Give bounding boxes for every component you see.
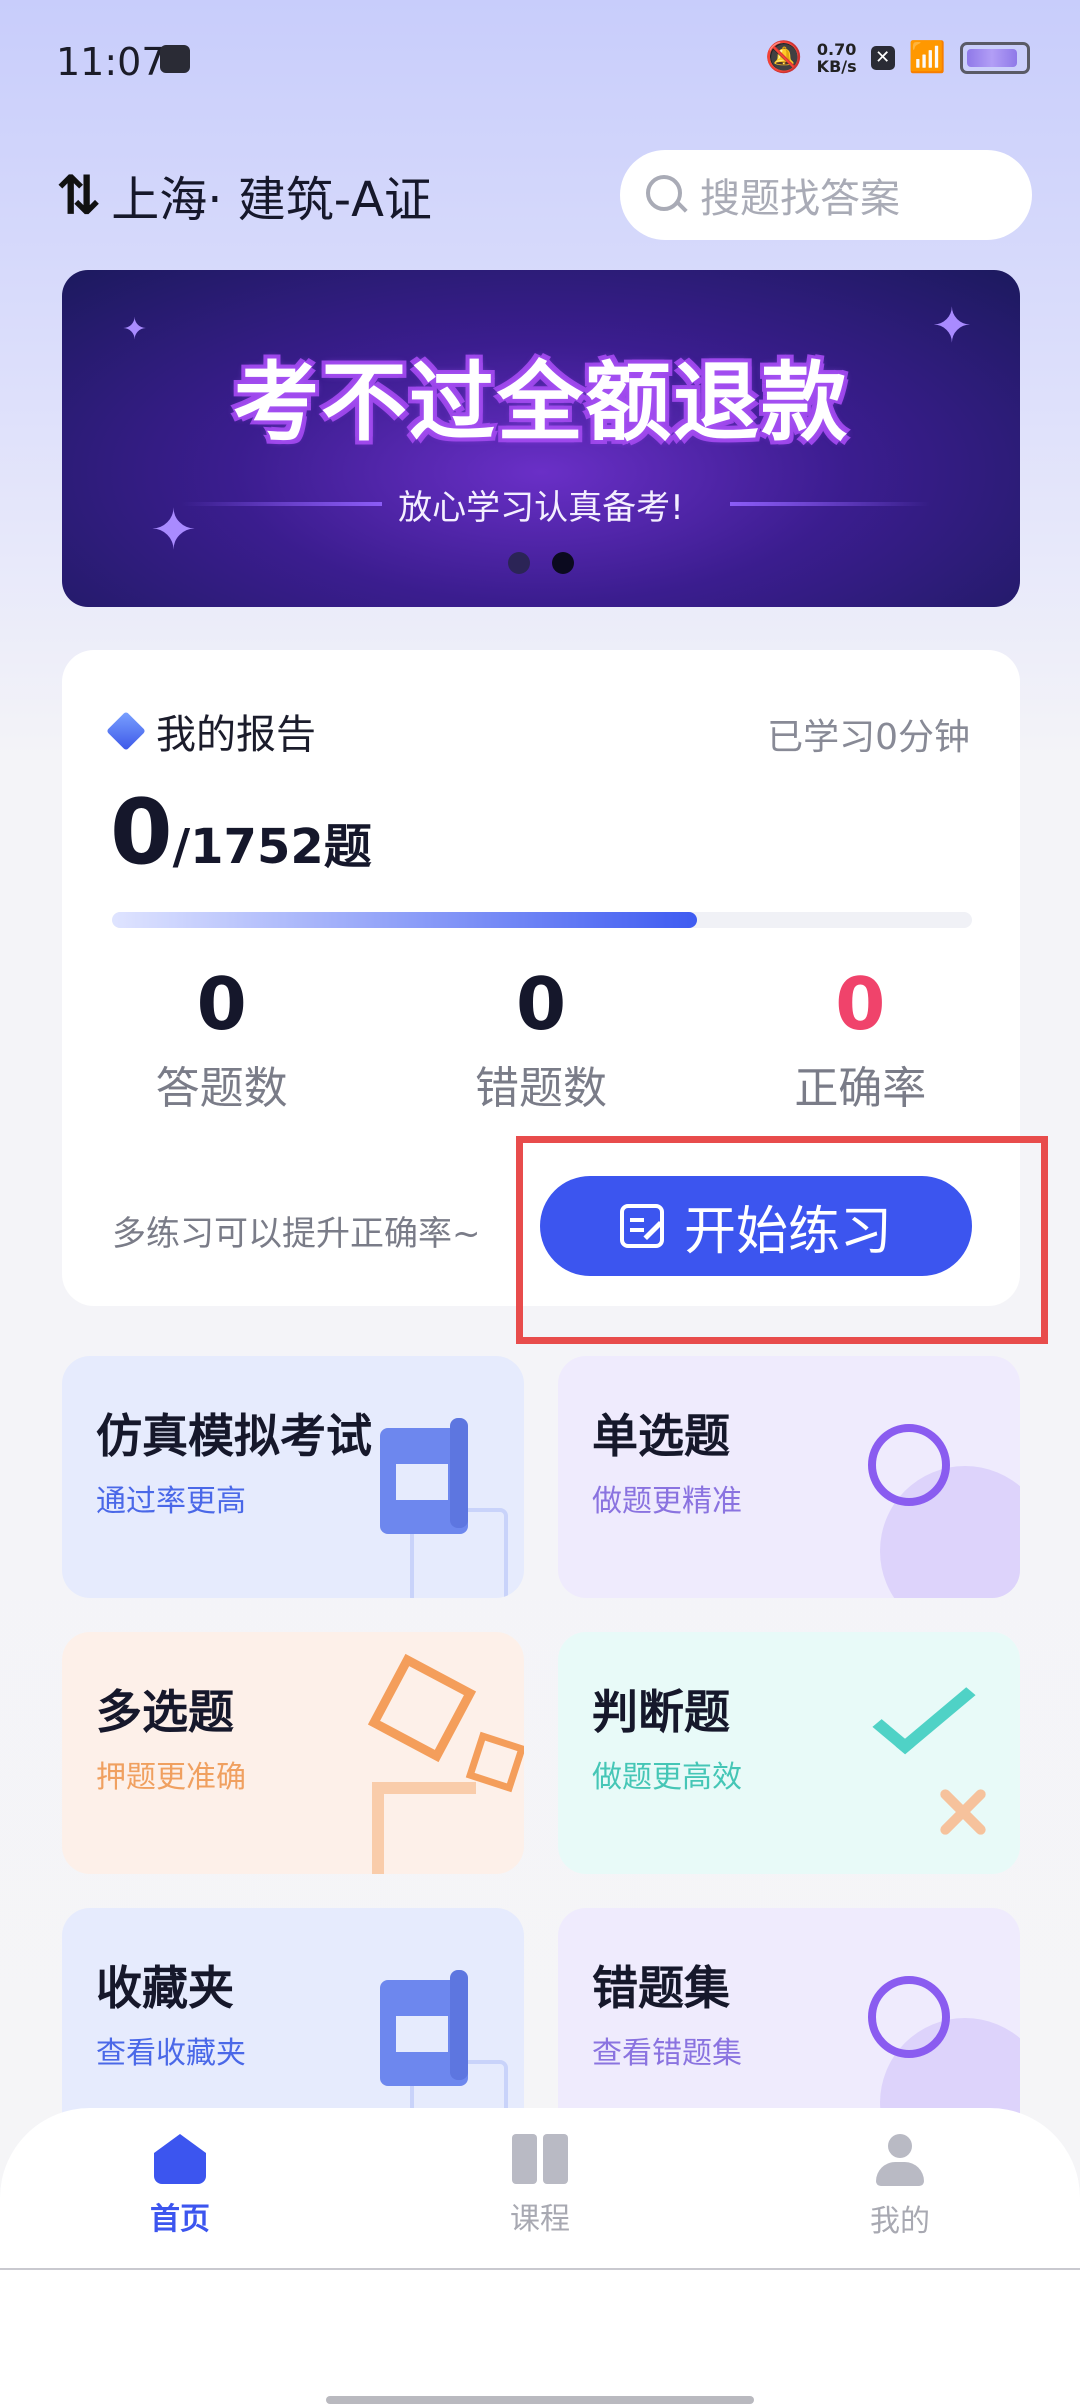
bottom-safe-area bbox=[0, 2270, 1080, 2408]
tile-title: 仿真模拟考试 bbox=[96, 1409, 372, 1463]
stat-value: 0 bbox=[196, 962, 247, 1046]
progress-fill bbox=[112, 912, 697, 928]
network-speed-unit: KB/s bbox=[816, 56, 857, 76]
message-notification-icon bbox=[160, 45, 190, 73]
check-icon bbox=[872, 1667, 976, 1755]
user-icon bbox=[874, 2134, 926, 2186]
status-time: 11:07 bbox=[56, 40, 166, 84]
promo-banner[interactable]: ✦ ✦ ✦ 考不过全额退款 放心学习认真备考! bbox=[62, 270, 1020, 607]
done-count: 0 bbox=[110, 780, 173, 885]
question-progress-count: 0/1752题 bbox=[110, 780, 372, 885]
status-bar: 11:07 🔕 0.70 KB/s ✕ 📶 bbox=[0, 0, 1080, 130]
carousel-dot-active[interactable] bbox=[552, 552, 574, 574]
tile-subtitle: 查看错题集 bbox=[592, 2036, 742, 2071]
cross-icon bbox=[932, 1782, 992, 1842]
home-indicator[interactable] bbox=[326, 2396, 754, 2404]
bottom-nav: 首页 课程 我的 bbox=[0, 2108, 1080, 2270]
nav-label: 课程 bbox=[510, 2202, 570, 2237]
no-sim-icon: ✕ bbox=[870, 45, 895, 70]
document-icon bbox=[380, 1970, 508, 2150]
total-count: /1752题 bbox=[172, 819, 372, 875]
nav-profile[interactable]: 我的 bbox=[720, 2108, 1080, 2268]
report-title: 我的报告 bbox=[106, 702, 316, 760]
squares-icon bbox=[367, 1653, 477, 1763]
report-title-label: 我的报告 bbox=[156, 712, 316, 758]
tile-true-false[interactable]: 判断题 做题更高效 bbox=[558, 1632, 1020, 1874]
location-label: 上海· 建筑-A证 bbox=[111, 172, 432, 228]
nav-courses[interactable]: 课程 bbox=[360, 2108, 720, 2268]
banner-subtitle: 放心学习认真备考! bbox=[398, 488, 684, 528]
nav-label: 首页 bbox=[150, 2202, 210, 2237]
tile-title: 多选题 bbox=[96, 1685, 234, 1739]
tile-title: 单选题 bbox=[592, 1409, 730, 1463]
banner-headline: 考不过全额退款 bbox=[233, 353, 849, 453]
circle-icon bbox=[868, 1424, 950, 1506]
home-icon bbox=[154, 2134, 206, 2184]
decor-line bbox=[372, 1782, 476, 1874]
nav-home[interactable]: 首页 bbox=[0, 2108, 360, 2268]
circle-icon bbox=[868, 1976, 950, 2058]
search-icon bbox=[646, 175, 686, 215]
carousel-dot[interactable] bbox=[508, 552, 530, 574]
stat-wrong: 0 错题数 bbox=[381, 962, 700, 1116]
book-icon bbox=[512, 2134, 568, 2184]
search-placeholder: 搜题找答案 bbox=[700, 176, 900, 222]
network-speed-value: 0.70 bbox=[816, 39, 857, 59]
tile-title: 错题集 bbox=[592, 1961, 730, 2015]
tile-mock-exam[interactable]: 仿真模拟考试 通过率更高 bbox=[62, 1356, 524, 1598]
stat-value: 0 bbox=[835, 962, 886, 1046]
status-icons: 🔕 0.70 KB/s ✕ 📶 bbox=[765, 40, 1030, 75]
stat-label: 错题数 bbox=[474, 1063, 607, 1114]
progress-bar bbox=[112, 912, 972, 928]
network-speed: 0.70 KB/s bbox=[817, 41, 857, 75]
stat-label: 答题数 bbox=[155, 1063, 288, 1114]
swap-icon: ⇅ bbox=[56, 163, 101, 227]
stat-label: 正确率 bbox=[794, 1063, 927, 1114]
header: ⇅ 上海· 建筑-A证 搜题找答案 bbox=[56, 150, 1032, 240]
battery-icon bbox=[960, 41, 1030, 74]
practice-tip: 多练习可以提升正确率~ bbox=[112, 1214, 481, 1254]
document-icon bbox=[380, 1418, 508, 1598]
tile-title: 收藏夹 bbox=[96, 1961, 234, 2015]
tile-subtitle: 查看收藏夹 bbox=[96, 2036, 246, 2071]
tile-subtitle: 做题更高效 bbox=[592, 1760, 742, 1795]
search-input[interactable]: 搜题找答案 bbox=[620, 150, 1032, 240]
tile-subtitle: 通过率更高 bbox=[96, 1484, 246, 1519]
studied-time: 已学习0分钟 bbox=[767, 717, 970, 758]
tile-subtitle: 做题更精准 bbox=[592, 1484, 742, 1519]
stat-answered: 0 答题数 bbox=[62, 962, 381, 1116]
diamond-icon bbox=[106, 711, 146, 751]
tile-subtitle: 押题更准确 bbox=[96, 1760, 246, 1795]
mute-icon: 🔕 bbox=[765, 40, 803, 75]
stat-value: 0 bbox=[515, 962, 567, 1046]
highlight-box bbox=[516, 1136, 1048, 1344]
carousel-indicator bbox=[62, 552, 1020, 574]
wifi-icon: 📶 bbox=[908, 40, 946, 75]
location-selector[interactable]: ⇅ 上海· 建筑-A证 bbox=[56, 160, 432, 230]
tile-single-choice[interactable]: 单选题 做题更精准 bbox=[558, 1356, 1020, 1598]
stat-accuracy: 0 正确率 bbox=[701, 962, 1020, 1116]
tile-multi-choice[interactable]: 多选题 押题更准确 bbox=[62, 1632, 524, 1874]
stats-row: 0 答题数 0 错题数 0 正确率 bbox=[62, 962, 1020, 1116]
tile-title: 判断题 bbox=[592, 1685, 730, 1739]
nav-label: 我的 bbox=[870, 2204, 930, 2239]
